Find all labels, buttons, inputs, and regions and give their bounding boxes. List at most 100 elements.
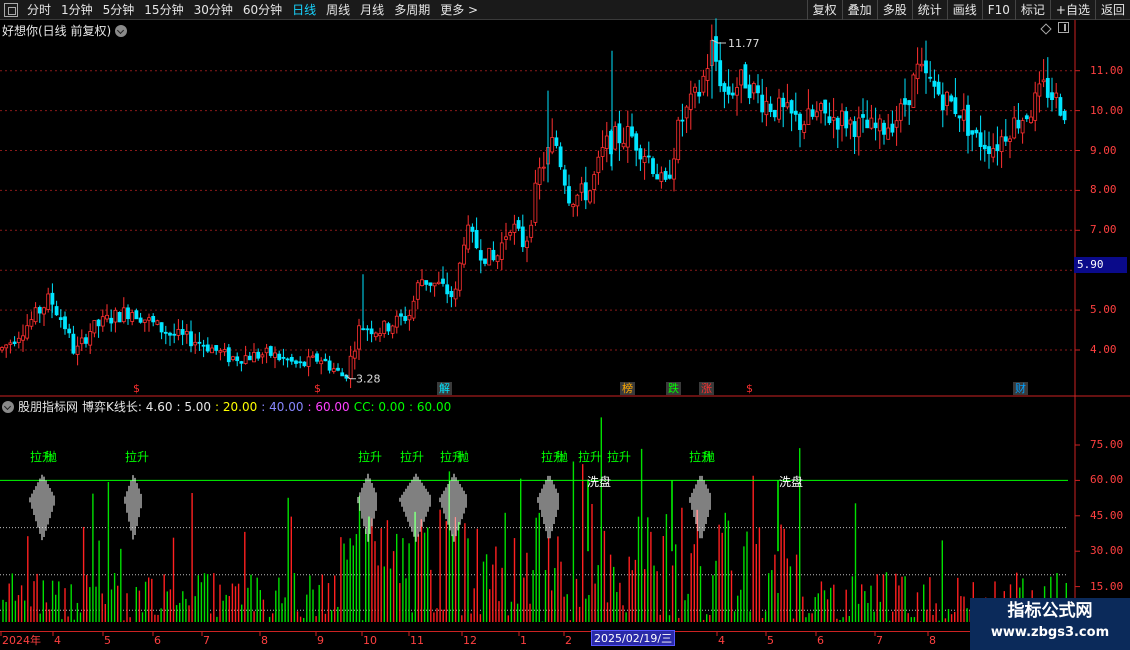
- candle-body: [869, 117, 874, 129]
- candle-body: [58, 317, 63, 321]
- candle-body: [634, 133, 639, 151]
- candle-body: [999, 136, 1004, 153]
- indicator-axis-label: 45.00: [1090, 508, 1124, 522]
- candle-body: [508, 232, 513, 236]
- candle-body: [499, 242, 504, 260]
- event-marker[interactable]: 涨: [699, 382, 714, 395]
- candle-body: [327, 360, 332, 371]
- candle-body: [739, 69, 744, 86]
- chart-canvas[interactable]: 11.77 3.28: [0, 0, 1130, 650]
- candle-body: [726, 86, 731, 95]
- date-label: 7: [203, 634, 210, 647]
- candle-body: [197, 341, 202, 344]
- date-label: 12: [463, 634, 477, 647]
- indicator-panel-title: 股朋指标网 博弈K线长: 4.60 : 5.00: 20.00: 40.00: …: [2, 398, 451, 415]
- candle-body: [478, 250, 483, 261]
- event-marker[interactable]: 财: [1013, 382, 1028, 395]
- candle-body: [781, 97, 786, 108]
- candle-body: [474, 229, 479, 249]
- event-marker[interactable]: $: [133, 382, 140, 395]
- candle-body: [457, 262, 462, 291]
- candle-body: [688, 93, 693, 110]
- candle-body: [239, 361, 244, 364]
- candle-body: [924, 60, 928, 74]
- candle-body: [365, 328, 370, 331]
- candle-body: [302, 361, 307, 367]
- candle-body: [168, 332, 172, 336]
- candle-body: [600, 147, 605, 157]
- candle-body: [92, 320, 97, 334]
- candle-body: [264, 347, 269, 354]
- candle-body: [243, 355, 248, 364]
- candle-body: [785, 102, 790, 108]
- candle-body: [848, 119, 853, 125]
- candle-body: [352, 350, 357, 359]
- indicator-param: : 5.00: [176, 399, 212, 414]
- date-label: 2: [565, 634, 572, 647]
- candle-body: [617, 123, 622, 144]
- candle-body: [890, 123, 895, 133]
- candle-body: [470, 226, 475, 232]
- candle-body: [772, 109, 777, 118]
- candle-body: [415, 282, 420, 300]
- candle-body: [424, 280, 429, 285]
- candle-body: [163, 331, 168, 334]
- candle-body: [54, 306, 59, 316]
- candle-body: [873, 122, 878, 129]
- candle-body: [260, 354, 265, 358]
- chevron-down-icon[interactable]: [2, 400, 14, 413]
- candle-body: [663, 171, 668, 180]
- candle-body: [281, 356, 286, 359]
- candle-body: [231, 356, 235, 360]
- candle-body: [701, 75, 706, 93]
- candle-body: [504, 236, 508, 240]
- candle-body: [697, 91, 702, 97]
- candle-body: [903, 98, 907, 105]
- date-label: 5: [104, 634, 111, 647]
- candle-body: [1003, 136, 1008, 142]
- event-marker[interactable]: $: [746, 382, 753, 395]
- candle-body: [596, 156, 601, 174]
- candle-body: [407, 315, 412, 321]
- signal-annotation: 抛: [556, 450, 569, 464]
- high-pointer: [711, 39, 726, 44]
- candle-body: [760, 94, 765, 113]
- candle-body: [537, 167, 542, 185]
- price-axis-label: 11.00: [1090, 63, 1124, 77]
- candle-body: [33, 307, 38, 323]
- candle-body: [819, 103, 823, 111]
- candle-body: [441, 278, 445, 284]
- candle-body: [856, 117, 861, 138]
- candle-body: [646, 155, 651, 158]
- event-marker[interactable]: $: [314, 382, 321, 395]
- candle-body: [621, 142, 626, 148]
- candle-body: [940, 94, 945, 111]
- candle-body: [798, 113, 802, 130]
- candle-body: [252, 352, 256, 363]
- signal-annotation: 抛: [703, 450, 716, 464]
- event-marker[interactable]: 解: [437, 382, 452, 395]
- date-label: 4: [54, 634, 61, 647]
- candle-body: [294, 360, 298, 364]
- candle-body: [911, 74, 916, 108]
- candle-body: [113, 309, 118, 323]
- candle-body: [579, 183, 584, 193]
- candle-body: [667, 174, 672, 179]
- signal-annotation: 洗盘: [779, 475, 804, 489]
- candle-body: [974, 129, 979, 134]
- event-marker[interactable]: 跌: [666, 382, 681, 395]
- candle-body: [0, 347, 4, 351]
- candle-body: [1033, 92, 1038, 121]
- candle-body: [512, 223, 517, 233]
- candle-body: [789, 100, 794, 114]
- candle-body: [483, 258, 487, 264]
- candle-body: [1037, 83, 1042, 97]
- event-marker[interactable]: 榜: [620, 382, 635, 395]
- price-axis-label: 10.00: [1090, 103, 1124, 117]
- candle-body: [877, 118, 882, 132]
- date-label: 2024年: [2, 634, 41, 647]
- candle-body: [487, 247, 492, 266]
- candle-body: [491, 249, 496, 261]
- date-label: 8: [261, 634, 268, 647]
- candle-body: [71, 333, 76, 354]
